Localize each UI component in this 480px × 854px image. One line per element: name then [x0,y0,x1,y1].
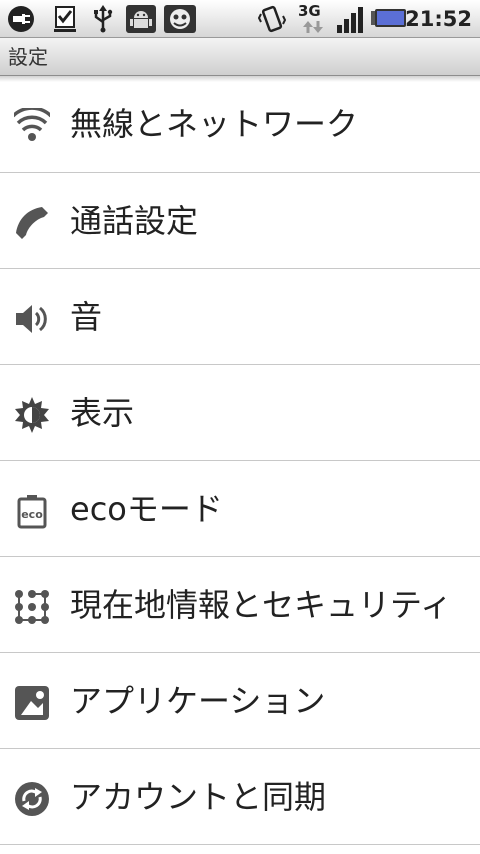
settings-item-label: 通話設定 [70,202,199,240]
network-type-label: 3G [298,2,321,20]
settings-item-label: アカウントと同期 [70,778,327,816]
settings-item-label: 現在地情報とセキュリティ [70,586,453,624]
settings-item-wireless[interactable]: 無線とネットワーク [0,76,480,173]
settings-item-label: 無線とネットワーク [70,105,359,143]
android-debug-icon [126,5,156,33]
sync-icon [15,782,49,816]
android-app-icon [15,686,49,720]
settings-list: 無線とネットワーク 通話設定 音 表示 eco ecoモード 現在地情報とセキュ… [0,76,480,845]
eco-battery-icon: eco [17,495,47,529]
download-done-icon [54,6,76,32]
settings-item-label: ecoモード [70,490,223,528]
wifi-icon [14,108,50,141]
settings-item-call[interactable]: 通話設定 [0,173,480,269]
settings-item-applications[interactable]: アプリケーション [0,653,480,749]
page-title: 設定 [8,45,48,69]
settings-item-accounts-sync[interactable]: アカウントと同期 [0,749,480,845]
status-bar[interactable]: 3G 21:52 [0,0,480,38]
speaker-icon [16,305,47,333]
svg-text:eco: eco [21,508,43,521]
phone-icon [16,207,48,239]
settings-item-eco-mode[interactable]: eco ecoモード [0,461,480,557]
app-notification-icon [164,5,196,33]
settings-item-display[interactable]: 表示 [0,365,480,461]
settings-item-sound[interactable]: 音 [0,269,480,365]
settings-item-location-security[interactable]: 現在地情報とセキュリティ [0,557,480,653]
brightness-icon [15,397,49,433]
security-grid-icon [15,590,49,624]
clock: 21:52 [405,7,472,31]
settings-item-label: アプリケーション [70,682,326,720]
power-plug-icon [8,6,34,32]
usb-icon [94,5,113,33]
data-arrows-icon [303,21,323,33]
title-bar-shadow [0,76,480,82]
battery-icon [371,9,406,27]
vibrate-icon [258,5,286,33]
signal-strength-icon [337,7,363,33]
settings-item-label: 音 [70,298,103,336]
settings-item-label: 表示 [70,394,135,432]
network-type-indicator: 3G [298,2,328,36]
title-bar: 設定 [0,38,480,76]
